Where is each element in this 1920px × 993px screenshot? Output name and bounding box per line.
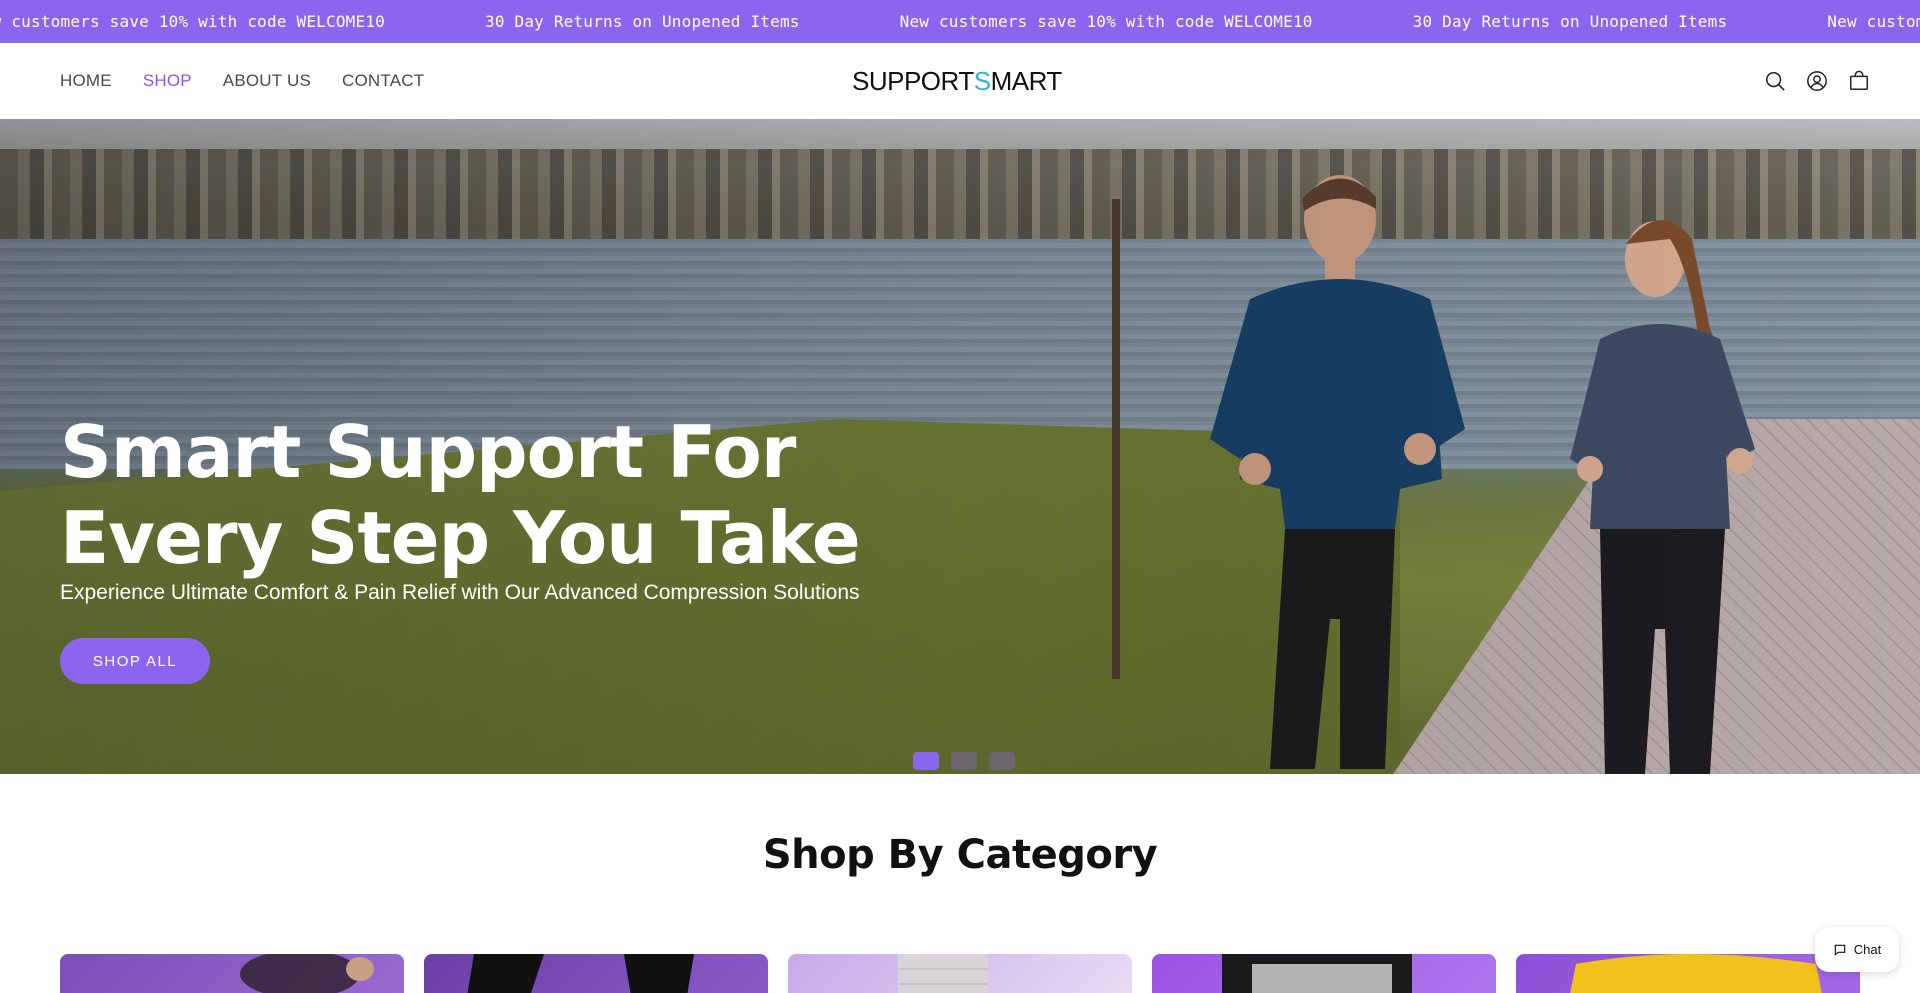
slider-dot-2[interactable] <box>951 752 977 770</box>
logo-text-accent: S <box>973 66 991 96</box>
nav-contact[interactable]: CONTACT <box>342 71 424 91</box>
category-section-title: Shop By Category <box>762 832 1158 878</box>
category-card-image <box>240 954 374 993</box>
hero-subtitle: Experience Ultimate Comfort & Pain Relie… <box>60 581 860 604</box>
category-cards <box>60 954 1860 993</box>
announcement-item: New customers save 10% with code WELCOME… <box>1827 12 1920 31</box>
chat-label: Chat <box>1853 942 1882 957</box>
category-card[interactable] <box>60 954 404 993</box>
announcement-item: New customers save 10% with code WELCOME… <box>0 12 385 31</box>
hero-banner: Smart Support For Every Step You Take Ex… <box>0 119 1920 774</box>
category-card-image <box>1570 954 1822 993</box>
category-card-image <box>898 954 988 993</box>
main-nav: HOME SHOP ABOUT US CONTACT <box>60 43 424 119</box>
logo-text-part2: MART <box>990 66 1063 96</box>
nav-shop[interactable]: SHOP <box>143 71 192 91</box>
header-icons <box>1764 43 1870 119</box>
chat-icon <box>1834 944 1846 956</box>
announcement-bar: New customers save 10% with code WELCOME… <box>0 0 1920 43</box>
announcement-track: New customers save 10% with code WELCOME… <box>0 0 1920 43</box>
site-logo[interactable]: SUPPORTSMART <box>852 65 1062 97</box>
category-card[interactable] <box>788 954 1132 993</box>
announcement-item: New customers save 10% with code WELCOME… <box>899 12 1313 31</box>
logo-text-part1: SUPPORT <box>852 66 974 96</box>
shop-all-button[interactable]: SHOP ALL <box>60 638 210 684</box>
category-card[interactable] <box>1516 954 1860 993</box>
cart-icon[interactable] <box>1848 70 1870 92</box>
account-icon[interactable] <box>1806 70 1828 92</box>
category-card-image <box>467 954 694 993</box>
announcement-item: 30 Day Returns on Unopened Items <box>484 12 800 31</box>
slider-dot-3[interactable] <box>989 752 1015 770</box>
chat-button[interactable]: Chat <box>1815 927 1899 972</box>
category-card[interactable] <box>424 954 768 993</box>
hero-title: Smart Support For Every Step You Take <box>60 410 861 580</box>
site-header: HOME SHOP ABOUT US CONTACT SUPPORTSMART <box>0 43 1920 119</box>
nav-home[interactable]: HOME <box>60 71 112 91</box>
category-card[interactable] <box>1152 954 1496 993</box>
slider-dots <box>913 752 1015 770</box>
slider-dot-1[interactable] <box>913 752 939 770</box>
category-card-image <box>1222 954 1412 993</box>
nav-about-us[interactable]: ABOUT US <box>223 71 311 91</box>
announcement-item: 30 Day Returns on Unopened Items <box>1412 12 1728 31</box>
search-icon[interactable] <box>1764 70 1786 92</box>
